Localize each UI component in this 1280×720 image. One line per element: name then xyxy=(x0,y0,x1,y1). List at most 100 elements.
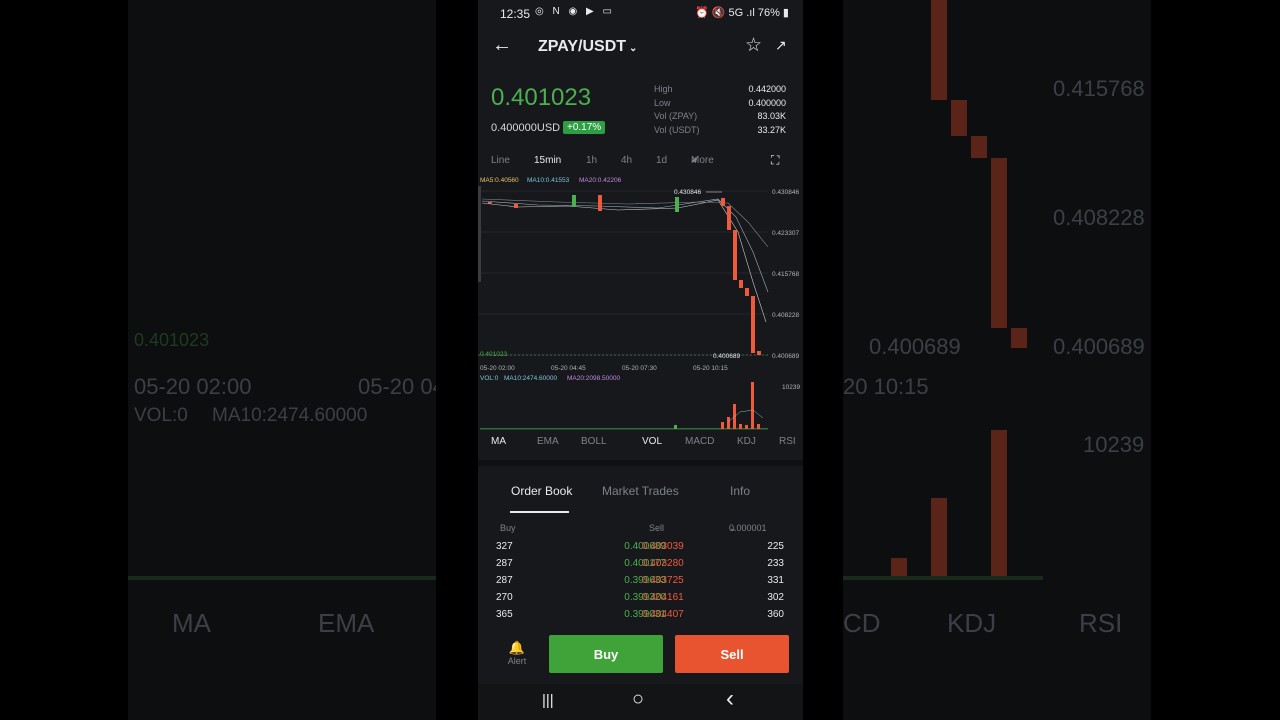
ma10-label: MA10:0.41553 xyxy=(527,177,570,184)
ask-price: 0.403280 xyxy=(642,558,684,569)
candle xyxy=(739,280,743,288)
tab-line[interactable]: Line xyxy=(491,155,510,166)
star-icon[interactable]: ☆ xyxy=(745,34,762,57)
orderbook-row[interactable]: 365 0.399031 0.404407 360 xyxy=(478,608,803,625)
status-time: 12:35 xyxy=(500,7,531,21)
candle xyxy=(721,198,725,206)
bg-candle xyxy=(951,100,967,136)
back-arrow-icon[interactable]: ← xyxy=(492,34,512,57)
price-chart[interactable]: MA5:0.40560 MA10:0.41553 MA20:0.42206 0.… xyxy=(478,172,803,462)
bid-qty: 365 xyxy=(496,609,513,620)
bg-ma: MA xyxy=(172,608,211,638)
volume-bar xyxy=(745,425,748,429)
sell-button[interactable]: Sell xyxy=(675,635,789,673)
indicator-tabs: MA EMA BOLL VOL MACD KDJ RSI xyxy=(478,436,803,452)
x-tick: 05-20 04:45 xyxy=(551,365,586,372)
recent-apps-icon[interactable]: ||| xyxy=(542,692,554,709)
background-left: 0.401023 05-20 02:00 05-20 04 VOL:0 MA10… xyxy=(128,0,436,720)
bg-ema: EMA xyxy=(318,608,375,638)
tab-macd[interactable]: MACD xyxy=(685,436,714,447)
candle xyxy=(675,197,679,212)
stat-label: Low xyxy=(654,97,671,108)
bell-icon: 🔔 xyxy=(508,640,526,655)
status-bar: 12:35 ◎ N ◉ ▶ ▭ ⏰ 🔇 5G .ıl 76% ▮ xyxy=(478,0,803,28)
high-marker: 0.430846 xyxy=(674,189,701,196)
stat-label: High xyxy=(654,84,673,94)
candle xyxy=(598,195,602,211)
tab-1d[interactable]: 1d xyxy=(656,155,667,166)
last-price: 0.401023 xyxy=(491,84,592,111)
stat-value: 83.03K xyxy=(757,111,786,121)
back-nav-icon[interactable]: ‹ xyxy=(726,685,734,713)
bid-qty: 287 xyxy=(496,558,513,569)
candle xyxy=(757,351,761,355)
orderbook-row[interactable]: 327 0.400689 0.403039 225 xyxy=(478,540,803,557)
ask-price: 0.404161 xyxy=(642,592,684,603)
ask-qty: 233 xyxy=(767,558,784,569)
candles xyxy=(486,195,761,355)
home-icon[interactable]: ○ xyxy=(632,688,644,711)
x-tick: 05-20 07:30 xyxy=(622,365,657,372)
share-icon[interactable]: ↗ xyxy=(775,37,787,54)
caret-icon: ◢ xyxy=(691,156,697,163)
volume-bar xyxy=(674,425,677,429)
candle xyxy=(751,296,755,353)
sell-header: Sell xyxy=(649,523,665,533)
volume-bar xyxy=(727,417,730,429)
pair-selector[interactable]: ZPAY/USDT ⌄ xyxy=(538,38,637,56)
tab-order-book[interactable]: Order Book xyxy=(511,484,572,498)
orderbook-row[interactable]: 270 0.399320 0.404161 302 xyxy=(478,591,803,608)
ask-price: 0.404407 xyxy=(642,609,684,620)
bg-candle xyxy=(971,136,987,158)
usd-price: 0.400000USD xyxy=(491,122,561,134)
tab-market-trades[interactable]: Market Trades xyxy=(602,484,679,498)
y-tick: 0.408228 xyxy=(772,312,799,319)
stat-row: Vol (USDT) 33.27K xyxy=(654,125,786,139)
tab-ema[interactable]: EMA xyxy=(537,436,559,447)
volume-bar xyxy=(751,382,754,429)
vol-ma20: MA20:2098.50000 xyxy=(567,375,621,382)
tab-boll[interactable]: BOLL xyxy=(581,436,607,447)
bg-vol: VOL:0 xyxy=(134,405,188,426)
alert-button[interactable]: 🔔 Alert xyxy=(505,640,529,666)
background-right: 0.415768 0.408228 0.400689 0.400689 20 1… xyxy=(843,0,1151,720)
buy-button[interactable]: Buy xyxy=(549,635,663,673)
active-tab-underline xyxy=(510,511,569,513)
tab-kdj[interactable]: KDJ xyxy=(737,436,756,447)
stat-value: 0.442000 xyxy=(748,84,786,94)
orderbook-row[interactable]: 287 0.400177 0.403280 233 xyxy=(478,557,803,574)
stat-value: 0.400000 xyxy=(748,97,786,108)
orderbook-row[interactable]: 287 0.399633 0.403725 331 xyxy=(478,574,803,591)
candle xyxy=(727,206,731,230)
bg-time2: 05-20 04 xyxy=(358,374,436,399)
volume-bar xyxy=(757,424,760,429)
tab-ma[interactable]: MA xyxy=(491,436,506,447)
vol-label: VOL:0 xyxy=(480,375,499,382)
bg-price: 0.401023 xyxy=(134,330,210,350)
bg-cd: CD xyxy=(843,608,881,638)
tab-4h[interactable]: 4h xyxy=(621,155,632,166)
bid-qty: 327 xyxy=(496,541,513,552)
stat-label: Vol (ZPAY) xyxy=(654,111,698,121)
bg-candle xyxy=(991,158,1007,328)
change-badge: +0.17% xyxy=(563,121,606,134)
bg-time1: 05-20 02:00 xyxy=(134,374,252,399)
tab-vol[interactable]: VOL xyxy=(642,436,662,447)
notification-icons: ◎ N ◉ ▶ ▭ xyxy=(535,6,615,17)
section-divider xyxy=(478,460,803,466)
bg-vol-bar xyxy=(931,498,947,580)
tab-rsi[interactable]: RSI xyxy=(779,436,796,447)
tab-15min[interactable]: 15min xyxy=(534,155,561,166)
chevron-down-icon: ⌄ xyxy=(729,523,737,533)
tab-info[interactable]: Info xyxy=(730,484,750,498)
stat-row: Vol (ZPAY) 83.03K xyxy=(654,111,786,125)
low-marker: 0.400689 xyxy=(713,353,740,360)
phone-screen: 12:35 ◎ N ◉ ▶ ▭ ⏰ 🔇 5G .ıl 76% ▮ ← ZPAY/… xyxy=(478,0,803,720)
fullscreen-icon[interactable]: ⛶ xyxy=(771,153,779,168)
bid-qty: 270 xyxy=(496,592,513,603)
candle xyxy=(745,288,749,296)
tab-1h[interactable]: 1h xyxy=(586,155,597,166)
bg-candle xyxy=(1011,328,1027,348)
stat-row: Low 0.400000 xyxy=(654,98,786,112)
bg-p3: 0.400689 xyxy=(869,334,961,359)
